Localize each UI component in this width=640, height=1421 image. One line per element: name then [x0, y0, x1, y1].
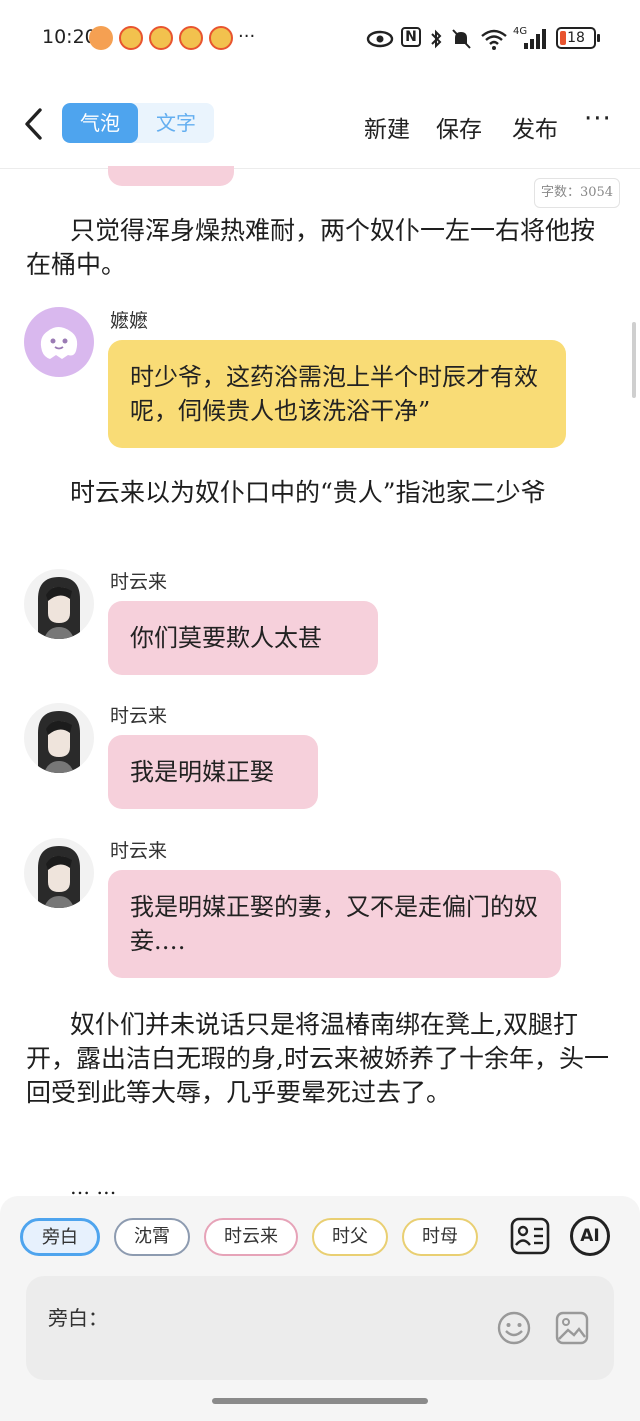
top-nav: 气泡 文字 新建 保存 发布 ···	[0, 96, 640, 156]
narration-paragraph[interactable]: 时云来以为奴仆口中的“贵人”指池家二少爷	[26, 476, 616, 510]
nfc-icon: N	[401, 27, 421, 47]
character-avatar-icon	[38, 846, 80, 908]
role-chip-shifu[interactable]: 时父	[312, 1218, 388, 1256]
eye-icon	[366, 30, 394, 48]
speaker-name: 时云来	[110, 705, 168, 727]
role-chip-shimu[interactable]: 时母	[402, 1218, 478, 1256]
ghost-avatar-icon	[40, 327, 78, 359]
weibo-notification-icon	[119, 26, 143, 50]
notification-app-icon	[89, 26, 113, 50]
home-indicator[interactable]	[212, 1398, 428, 1404]
weibo-notification-icon	[179, 26, 203, 50]
speaker-name: 时云来	[110, 571, 168, 593]
character-avatar-icon	[38, 711, 80, 773]
avatar[interactable]	[24, 569, 94, 639]
role-chip-narrator[interactable]: 旁白	[20, 1218, 100, 1256]
bluetooth-icon	[431, 29, 442, 49]
save-button[interactable]: 保存	[436, 110, 482, 144]
battery-level: 18	[567, 30, 585, 46]
weibo-notification-icon	[149, 26, 173, 50]
speaker-name: 时云来	[110, 840, 168, 862]
narration-paragraph[interactable]: 只觉得浑身燥热难耐，两个奴仆一左一右将他按在桶中。	[26, 214, 616, 282]
avatar[interactable]	[24, 307, 94, 377]
word-count-badge: 字数：3054	[534, 178, 620, 208]
wifi-icon	[481, 29, 507, 50]
partial-bubble	[108, 166, 234, 186]
role-chip-shenxiao[interactable]: 沈霄	[114, 1218, 190, 1256]
avatar[interactable]	[24, 703, 94, 773]
input-role-label: 旁白：	[48, 1306, 108, 1330]
nav-divider	[0, 168, 640, 169]
scrollbar[interactable]	[632, 322, 636, 398]
emoji-icon[interactable]	[496, 1310, 532, 1346]
signal-icon	[524, 29, 546, 49]
mute-bell-icon	[452, 29, 471, 49]
image-icon[interactable]	[554, 1310, 590, 1346]
more-notifications-icon: ···	[238, 26, 256, 47]
status-bar: 10:20 ··· N 4G 18	[0, 0, 640, 80]
role-card-icon[interactable]	[510, 1216, 550, 1256]
back-arrow-icon[interactable]	[18, 104, 50, 144]
character-avatar-icon	[38, 577, 80, 639]
chat-bubble[interactable]: 时少爷，这药浴需泡上半个时辰才有效呢，伺候贵人也该洗浴干净”	[108, 340, 566, 448]
tab-text[interactable]: 文字	[138, 103, 214, 143]
narration-paragraph[interactable]: 奴仆们并未说话只是将温椿南绑在凳上,双腿打开，露出洁白无瑕的身,时云来被娇养了十…	[26, 1008, 616, 1110]
new-button[interactable]: 新建	[364, 110, 410, 144]
weibo-notification-icon	[209, 26, 233, 50]
mode-switch: 气泡 文字	[62, 103, 214, 143]
battery-icon: 18	[556, 27, 600, 49]
chat-bubble[interactable]: 我是明媒正娶	[108, 735, 318, 809]
role-chip-shiyunlai[interactable]: 时云来	[204, 1218, 298, 1256]
chat-bubble[interactable]: 你们莫要欺人太甚	[108, 601, 378, 675]
chat-bubble[interactable]: 我是明媒正娶的妻，又不是走偏门的奴妾.…	[108, 870, 561, 978]
tab-bubble[interactable]: 气泡	[62, 103, 138, 143]
more-menu-icon[interactable]: ···	[584, 104, 612, 134]
ai-button[interactable]: AI	[570, 1216, 610, 1256]
publish-button[interactable]: 发布	[512, 110, 558, 144]
avatar[interactable]	[24, 838, 94, 908]
speaker-name: 嬷嬷	[110, 310, 149, 332]
